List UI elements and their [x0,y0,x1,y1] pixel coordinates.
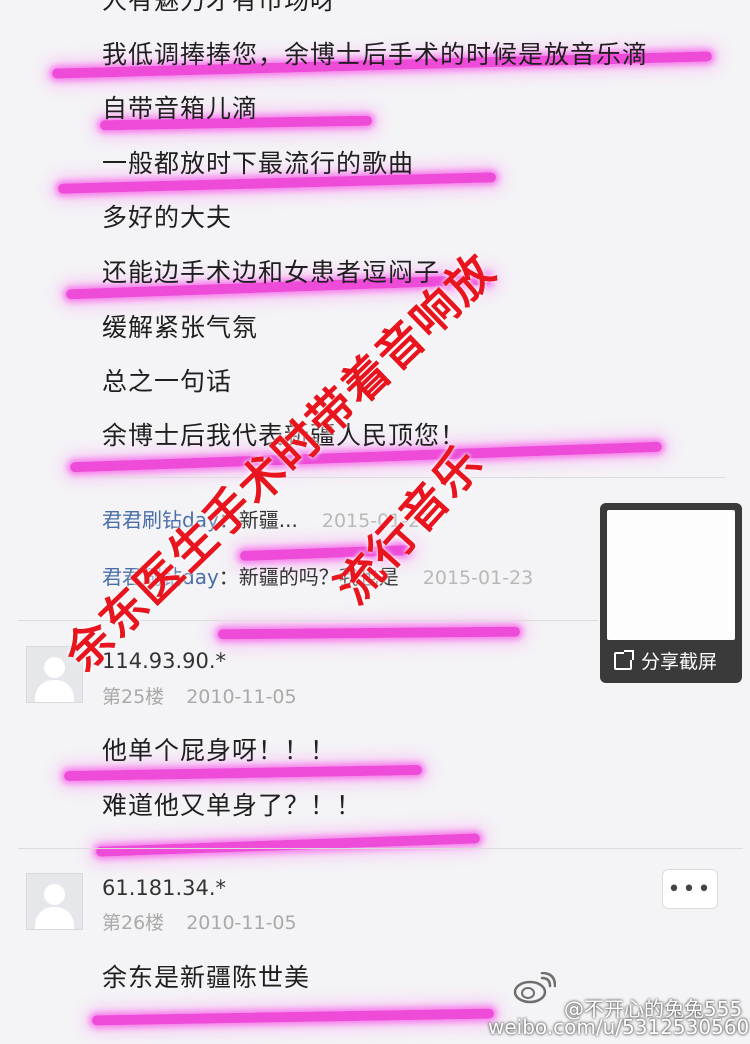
highlight-stroke [95,833,481,857]
post-line: 总之一句话 [102,367,233,396]
share-screenshot-panel[interactable]: 分享截屏 [600,503,742,683]
comment-meta: 第25楼 2010-11-05 [102,682,297,709]
reply-separator: ： [218,565,239,589]
reply-date: 2015-01-23 [422,567,534,589]
more-options-button[interactable]: ••• [662,869,718,909]
comment-date: 2010-11-05 [186,686,297,708]
highlight-stroke [217,626,521,640]
post-line: 缓解紧张气氛 [102,313,259,342]
post-line: 多好的大夫 [102,203,233,232]
floor-number: 第25楼 [102,686,165,708]
avatar[interactable] [26,873,83,930]
share-label: 分享截屏 [641,651,718,673]
weibo-logo-icon [513,972,556,1004]
screenshot-thumbnail[interactable] [607,510,735,640]
comment-meta: 第26楼 2010-11-05 [102,908,297,935]
comment-line: 他单个屁身呀！！！ [102,736,337,765]
share-icon [614,649,634,670]
post-line: 人有魅力才有市场呀 [102,0,337,15]
comment-ip: 61.181.34.* [102,876,227,900]
post-line: 自带音箱儿滴 [102,94,259,123]
highlight-stroke [63,764,423,782]
highlight-stroke [91,1008,495,1026]
watermark-url: weibo.com/u/5312530560 [488,1015,750,1039]
share-screenshot-button[interactable]: 分享截屏 [614,647,717,674]
floor-number: 第26楼 [102,912,165,934]
more-icon: ••• [667,876,713,902]
post-line: 一般都放时下最流行的歌曲 [102,149,415,178]
comment-date: 2010-11-05 [186,912,297,934]
comment-line: 难道他又单身了？！！ [102,791,363,820]
divider [18,848,743,849]
post-line: 我低调捧捧您，余博士后手术的时候是放音乐滴 [102,40,649,69]
comment-line: 余东是新疆陈世美 [102,963,311,992]
post-line: 还能边手术边和女患者逗闷子 [102,258,441,287]
